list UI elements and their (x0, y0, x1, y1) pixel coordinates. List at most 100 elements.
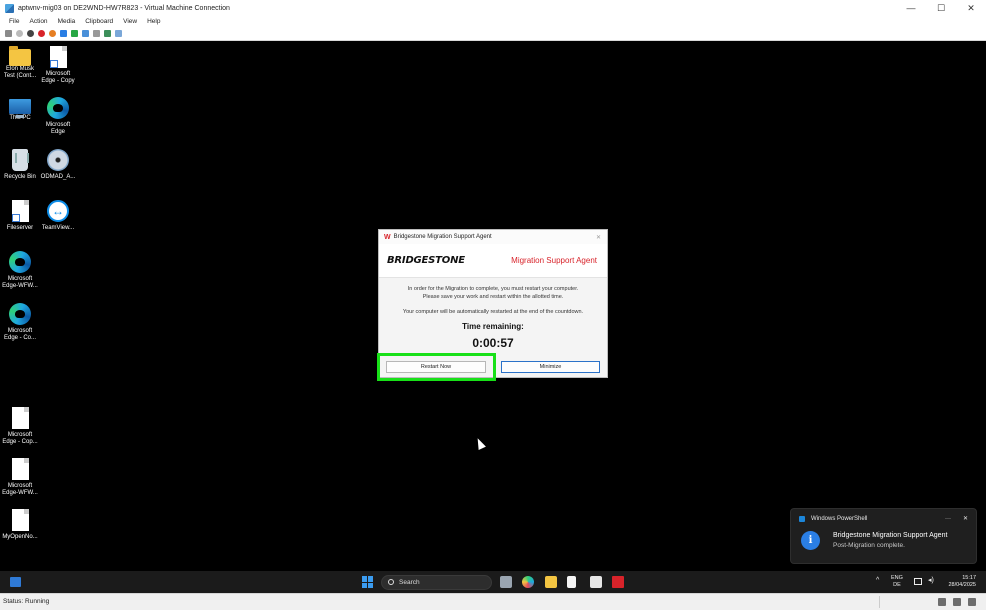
recycle-bin-icon (12, 149, 29, 171)
enhanced-session-icon[interactable] (104, 30, 111, 37)
toast-header: Windows PowerShell ··· ✕ (791, 509, 976, 522)
pause-icon[interactable] (60, 30, 67, 37)
desktop-icon-this-pc[interactable]: This PC (0, 97, 40, 122)
language-code: ENG (891, 575, 903, 581)
file-explorer-icon[interactable] (545, 576, 557, 588)
shutdown-icon[interactable] (38, 30, 45, 37)
save-icon[interactable] (49, 30, 56, 37)
edge-icon (47, 97, 69, 119)
vm-connection-window: aptwnv-mig03 on DE2WND-HW7R823 - Virtual… (0, 0, 986, 610)
desktop-icon-label: Microsoft Edge (45, 122, 71, 135)
menu-clipboard[interactable]: Clipboard (85, 18, 113, 25)
vm-status-bar: Status: Running (0, 593, 986, 610)
teamviewer-icon (47, 200, 69, 222)
folder-icon (9, 46, 31, 66)
play-icon[interactable] (71, 30, 78, 37)
copilot-icon[interactable] (522, 576, 534, 588)
start-icon[interactable] (16, 30, 23, 37)
guest-taskbar: Search ^ ENG DE ◂) 15:17 28/04/2025 (0, 571, 986, 593)
powershell-icon (799, 515, 805, 522)
edge-icon (9, 251, 31, 273)
turn-off-icon[interactable] (27, 30, 34, 37)
minimize-dialog-button[interactable]: Minimize (501, 361, 600, 373)
menu-help[interactable]: Help (147, 18, 160, 25)
dialog-title: Bridgestone Migration Support Agent (393, 234, 492, 240)
close-button[interactable]: ✕ (956, 0, 986, 16)
minimize-button[interactable]: — (896, 0, 926, 16)
desktop-icon-label: MyOpenNo... (2, 534, 38, 540)
language-indicator[interactable]: ENG DE (891, 575, 903, 589)
maximize-button[interactable]: ☐ (926, 0, 956, 16)
desktop-icon-edge-wfw-file[interactable]: Microsoft Edge-WFW... (0, 458, 40, 497)
desktop-icon-recycle-bin[interactable]: Recycle Bin (0, 149, 40, 181)
dialog-body: In order for the Migration to complete, … (379, 285, 607, 350)
desktop-icon-label: Elon Musk Test (Cont... (3, 66, 37, 79)
revert-icon[interactable] (93, 30, 100, 37)
desktop-icon-fileserver[interactable]: Fileserver (0, 200, 40, 232)
ctrl-alt-del-icon[interactable] (5, 30, 12, 37)
clock-date: 28/04/2025 (948, 582, 976, 588)
dialog-close-icon[interactable]: ✕ (596, 234, 601, 241)
status-icons (938, 598, 976, 606)
window-titlebar: aptwnv-mig03 on DE2WND-HW7R823 - Virtual… (0, 0, 986, 16)
desktop-icon-edge[interactable]: Microsoft Edge (38, 97, 78, 136)
widgets-icon[interactable] (10, 577, 21, 587)
menu-action[interactable]: Action (29, 18, 47, 25)
document-icon[interactable] (567, 576, 576, 588)
vm-connection-icon (5, 3, 14, 13)
vm-toolbar (0, 27, 986, 41)
dialog-header: BRIDGESTONE Migration Support Agent (379, 244, 607, 278)
toast-close-icon[interactable]: ✕ (963, 515, 968, 522)
desktop-icon-edge-wfw[interactable]: Microsoft Edge-WFW... (0, 251, 40, 290)
vm-status: Status: Running (3, 598, 50, 605)
desktop-icon-label: Microsoft Edge - Co... (3, 328, 36, 341)
desktop-icon-label: Microsoft Edge-WFW... (2, 276, 38, 289)
desktop-icon-label: TeamView... (41, 225, 75, 231)
desktop-icon-teamviewer[interactable]: TeamView... (38, 200, 78, 232)
menu-view[interactable]: View (123, 18, 137, 25)
restart-message: In order for the Migration to complete, … (407, 286, 579, 300)
file-icon (11, 407, 29, 429)
target-highlight-box (377, 353, 496, 381)
share-icon[interactable] (115, 30, 122, 37)
time-remaining-label: Time remaining: (462, 322, 524, 331)
desktop-icon-label: Fileserver (6, 225, 34, 231)
desktop-icon-edge-copy[interactable]: Microsoft Edge - Copy (38, 46, 78, 85)
clock[interactable]: 15:17 28/04/2025 (943, 575, 976, 589)
brand-logo: BRIDGESTONE (387, 255, 465, 266)
desktop-icon-label: Microsoft Edge - Copy (41, 71, 75, 84)
region-code: DE (893, 582, 901, 588)
search-icon (388, 579, 394, 585)
store-icon[interactable] (590, 576, 602, 588)
start-button[interactable] (362, 576, 374, 588)
this-pc-icon (9, 99, 31, 118)
countdown-timer: 0:00:57 (472, 336, 514, 350)
desktop-icon-label: Microsoft Edge - Cop... (2, 432, 38, 445)
cd-icon (47, 149, 69, 171)
desktop-icon-myopennotes[interactable]: MyOpenNo... (0, 509, 40, 541)
network-icon[interactable] (914, 578, 922, 585)
show-hidden-icons[interactable]: ^ (876, 577, 879, 584)
toast-notification[interactable]: Windows PowerShell ··· ✕ i Bridgestone M… (790, 508, 977, 564)
search-placeholder: Search (399, 579, 420, 586)
menu-file[interactable]: File (9, 18, 19, 25)
status-separator (879, 596, 880, 608)
bridgestone-agent-icon[interactable] (612, 576, 624, 588)
dialog-titlebar: W Bridgestone Migration Support Agent ✕ (379, 230, 607, 244)
desktop-icon-edge-cop-file[interactable]: Microsoft Edge - Cop... (0, 407, 40, 446)
toast-app-name: Windows PowerShell (811, 515, 868, 522)
menu-media[interactable]: Media (58, 18, 76, 25)
taskbar-search[interactable]: Search (381, 575, 492, 590)
auto-restart-note: Your computer will be automatically rest… (402, 309, 584, 315)
windows-logo-icon (362, 576, 367, 582)
desktop-icon-odmad[interactable]: ODMAD_A... (38, 149, 78, 181)
checkpoint-icon[interactable] (82, 30, 89, 37)
desktop-icon-edge-co[interactable]: Microsoft Edge - Co... (0, 303, 40, 342)
task-view-icon[interactable] (500, 576, 512, 588)
desktop-icon-folder[interactable]: Elon Musk Test (Cont... (0, 46, 40, 80)
more-options-icon[interactable]: ··· (945, 516, 951, 522)
file-icon (11, 458, 29, 480)
volume-icon[interactable]: ◂) (928, 577, 934, 584)
file-shortcut-icon (49, 46, 67, 68)
mouse-icon (968, 598, 976, 606)
